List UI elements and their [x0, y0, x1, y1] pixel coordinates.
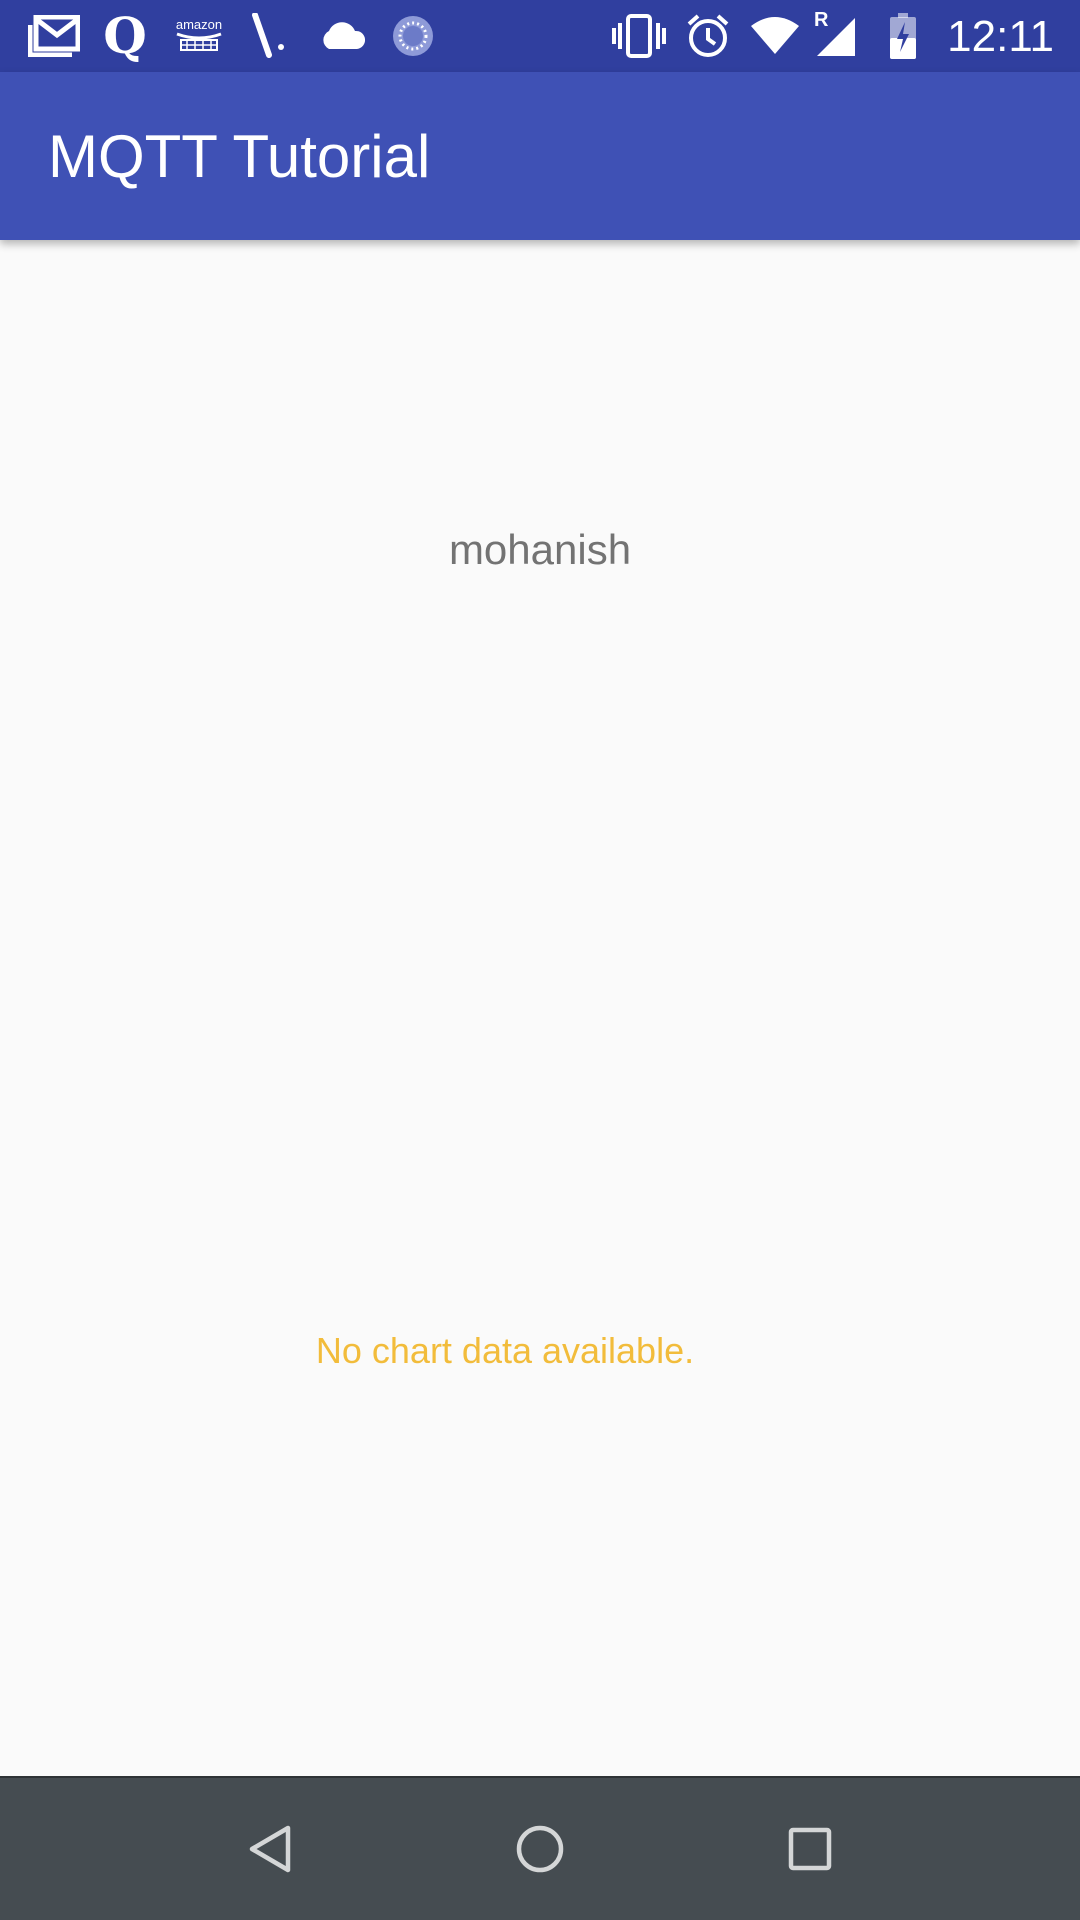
- sync-icon: [390, 0, 436, 72]
- home-icon: [516, 1825, 564, 1873]
- roaming-label: R: [814, 9, 829, 31]
- home-button[interactable]: [470, 1778, 610, 1920]
- signal-icon: R: [812, 0, 860, 72]
- status-clock: 12:11: [947, 12, 1054, 61]
- navigation-bar: [0, 1776, 1080, 1920]
- amazon-label: amazon: [175, 17, 223, 32]
- chart-view[interactable]: No chart data available.: [0, 860, 1080, 1550]
- cricket-icon: [250, 0, 288, 72]
- app-title: MQTT Tutorial: [48, 123, 431, 190]
- alarm-icon: [684, 0, 732, 72]
- gmail-icon: [26, 0, 82, 72]
- back-icon: [249, 1825, 291, 1873]
- battery-charging-icon: [886, 0, 920, 72]
- cloud-icon: [316, 0, 368, 72]
- vibrate-icon: [610, 0, 668, 72]
- recents-icon: [788, 1827, 832, 1871]
- back-button[interactable]: [200, 1778, 340, 1920]
- recents-button[interactable]: [740, 1778, 880, 1920]
- quora-icon: Q: [103, 6, 147, 65]
- chart-empty-message: No chart data available.: [315, 1330, 695, 1371]
- main-content: mohanish No chart data available.: [0, 240, 1080, 1776]
- app-bar: MQTT Tutorial: [0, 72, 1080, 240]
- amazon-icon: amazon: [172, 0, 226, 72]
- username-label: mohanish: [448, 526, 632, 573]
- wifi-icon: [748, 0, 802, 72]
- status-bar: Q amazon R 12:11: [0, 0, 1080, 72]
